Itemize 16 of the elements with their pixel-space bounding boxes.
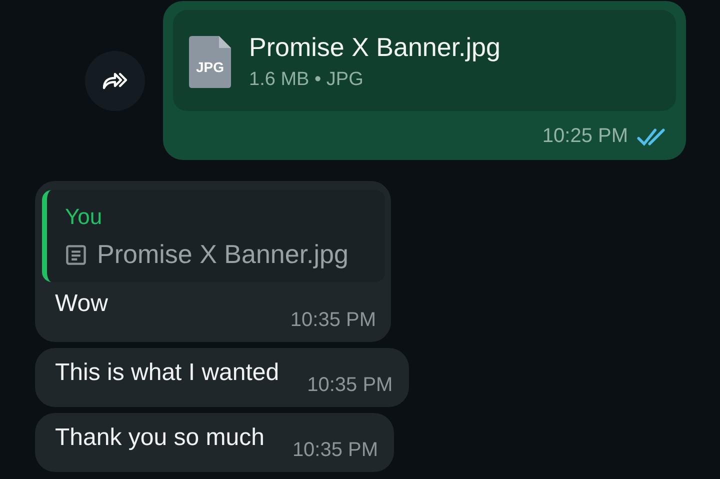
message-time: 10:25 PM: [542, 125, 628, 148]
message-text: Thank you so much: [55, 424, 264, 453]
file-details: 1.6 MB • JPG: [249, 69, 364, 91]
message-text: Wow: [55, 290, 108, 319]
quoted-message[interactable]: You Promise X Banner.jpg: [42, 190, 385, 282]
message-time: 10:35 PM: [292, 439, 378, 462]
message-time: 10:35 PM: [307, 374, 393, 397]
quote-author: You: [65, 204, 104, 230]
message-text: This is what I wanted: [55, 359, 280, 388]
document-card[interactable]: JPG Promise X Banner.jpg 1.6 MB • JPG: [173, 10, 676, 111]
file-icon: [189, 36, 231, 88]
quote-text: Promise X Banner.jpg: [97, 239, 348, 270]
message-time: 10:35 PM: [290, 309, 376, 332]
document-icon: [65, 244, 87, 266]
file-name: Promise X Banner.jpg: [249, 32, 500, 63]
file-type-label: JPG: [196, 58, 224, 74]
